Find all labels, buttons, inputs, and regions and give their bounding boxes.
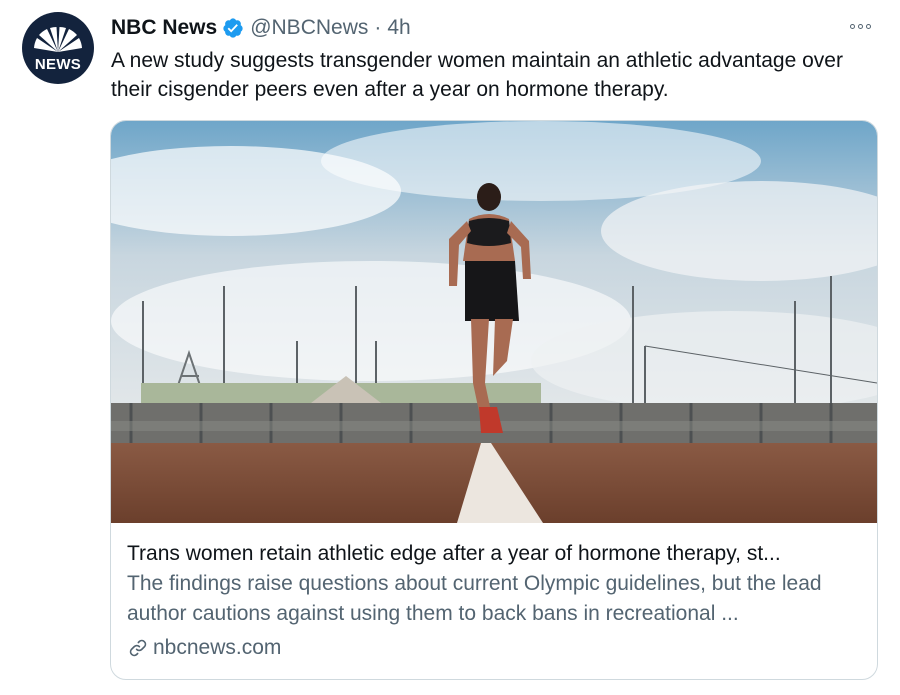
link-icon (129, 639, 147, 657)
author-handle[interactable]: @NBCNews (250, 16, 368, 40)
author-name[interactable]: NBC News (111, 16, 217, 40)
peacock-logo-icon (34, 27, 82, 52)
card-image[interactable] (111, 121, 877, 523)
more-options-icon[interactable] (850, 16, 878, 38)
card-description: The findings raise questions about curre… (127, 572, 822, 625)
tweet-header: NBC News @NBCNews · 4h (111, 12, 411, 44)
verified-badge-icon (223, 18, 243, 38)
card-title[interactable]: Trans women retain athletic edge after a… (127, 539, 862, 569)
tweet-timestamp[interactable]: 4h (387, 16, 410, 40)
avatar-label: NEWS (34, 56, 82, 73)
tweet-text: A new study suggests transgender women m… (111, 49, 843, 101)
card-domain-text: nbcnews.com (153, 636, 282, 659)
avatar[interactable]: NEWS (22, 12, 94, 84)
card-body: Trans women retain athletic edge after a… (127, 539, 862, 663)
separator-dot: · (374, 16, 382, 39)
card-domain[interactable]: nbcnews.com (127, 633, 862, 663)
runner-photo (111, 121, 877, 523)
link-card[interactable]: Trans women retain athletic edge after a… (110, 120, 878, 680)
